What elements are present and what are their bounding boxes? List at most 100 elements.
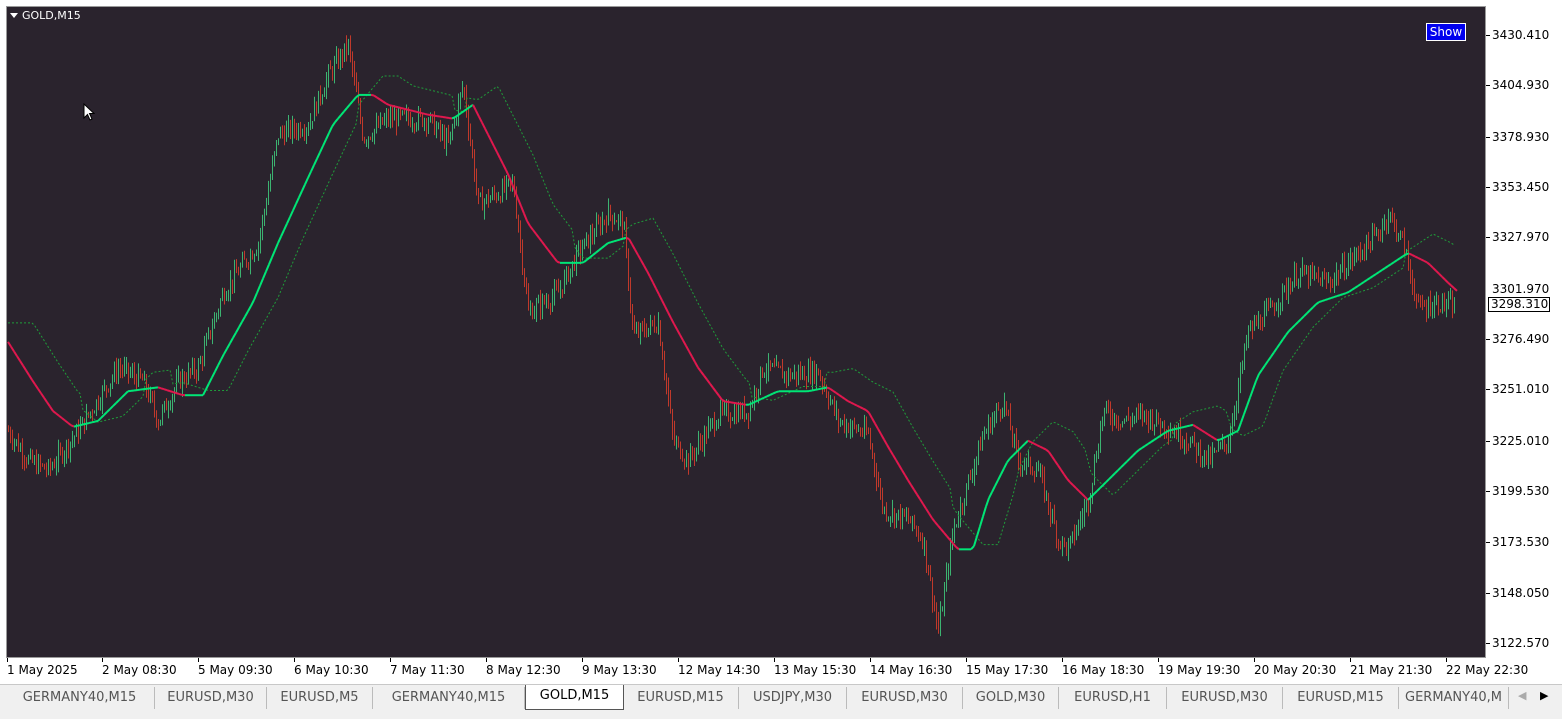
time-axis-tick — [870, 658, 871, 662]
chart-tab[interactable]: GOLD,M15 — [525, 685, 624, 710]
scroll-left-icon[interactable]: ◀ — [1518, 689, 1526, 702]
ma-segment-up — [1313, 304, 1316, 307]
ma-segment-down — [710, 384, 713, 388]
chart-tab[interactable]: EURUSD,M30 — [155, 687, 267, 709]
ma-segment-down — [866, 410, 869, 413]
ma-segment-up — [1340, 294, 1343, 295]
ma-segment-up — [821, 388, 824, 389]
ma-segment-up — [749, 403, 752, 404]
chart-tab[interactable]: EURUSD,M30 — [847, 687, 963, 709]
time-axis-tick — [294, 658, 295, 662]
time-axis-tick — [1062, 658, 1063, 662]
ma-segment-up — [596, 250, 599, 252]
chart-window[interactable]: GOLD,M15 Show 3301.9703430.4103404.93033… — [0, 0, 1562, 684]
ma-segment-down — [1064, 474, 1067, 478]
ma-segment-up — [1298, 319, 1301, 322]
ma-segment-up — [113, 403, 116, 406]
price-axis-label: 3122.570 — [1492, 636, 1549, 650]
ma-segment-up — [1139, 448, 1142, 450]
ma-segment-up — [218, 360, 221, 366]
symbol-title[interactable]: GOLD,M15 — [10, 9, 81, 22]
ma-segment-down — [656, 289, 659, 295]
ma-segment-up — [1352, 288, 1355, 290]
ma-segment-up — [1337, 295, 1340, 296]
ma-segment-up — [1169, 430, 1172, 431]
ma-segment-up — [1145, 444, 1148, 446]
ma-segment-up — [281, 230, 284, 237]
show-button[interactable]: Show — [1426, 23, 1466, 41]
ma-segment-up — [239, 322, 242, 327]
ma-segment-up — [1094, 491, 1097, 494]
chart-tab[interactable]: EURUSD,M15 — [623, 687, 739, 709]
time-axis-label: 22 May 22:30 — [1446, 663, 1528, 677]
price-chart[interactable] — [0, 0, 1486, 658]
price-axis-tick — [1486, 643, 1490, 644]
ma-segment-down — [1040, 447, 1043, 448]
chart-tab[interactable]: GERMANY40,M15 — [373, 687, 525, 709]
ma-segment-up — [254, 293, 257, 300]
ma-segment-up — [1349, 290, 1352, 292]
ma-segment-down — [1031, 442, 1034, 443]
ma-segment-up — [1121, 464, 1124, 467]
chart-tab[interactable]: USDJPY,M30 — [739, 687, 847, 709]
chart-tab[interactable]: EURUSD,H1 — [1059, 687, 1167, 709]
ma-segment-down — [701, 372, 704, 376]
ma-segment-down — [1196, 427, 1199, 429]
ma-segment-up — [1277, 344, 1280, 348]
price-axis-tick — [1486, 542, 1490, 543]
ma-segment-down — [518, 199, 521, 206]
ma-segment-down — [953, 543, 956, 547]
ma-segment-down — [1199, 429, 1202, 431]
ma-segment-up — [293, 204, 296, 211]
chart-tab[interactable]: EURUSD,M30 — [1167, 687, 1283, 709]
ma-segment-up — [1253, 381, 1256, 389]
ma-segment-up — [1316, 302, 1319, 304]
ma-segment-up — [755, 400, 758, 401]
ma-segment-down — [395, 107, 398, 108]
ma-segment-up — [1283, 335, 1286, 339]
ma-segment-up — [812, 390, 815, 391]
ma-segment-up — [599, 248, 602, 250]
ma-segment-up — [815, 389, 818, 390]
chart-tab[interactable]: EURUSD,M5 — [267, 687, 373, 709]
ma-segment-up — [74, 426, 77, 427]
ma-segment-up — [224, 349, 227, 354]
ma-segment-up — [209, 377, 212, 383]
ma-segment-down — [647, 271, 650, 277]
chart-tab[interactable]: GERMANY40,M15 — [5, 687, 155, 709]
ma-segment-down — [473, 105, 476, 111]
chart-tab[interactable]: EURUSD,M15 — [1283, 687, 1399, 709]
ma-segment-up — [236, 327, 239, 332]
ma-segment-up — [89, 422, 92, 423]
dropdown-triangle-icon[interactable] — [10, 13, 18, 18]
ma-segment-up — [1304, 313, 1307, 316]
ma-segment-down — [920, 499, 923, 504]
ma-segment-down — [422, 113, 425, 114]
ma-segment-up — [320, 146, 323, 152]
scroll-right-icon[interactable]: ▶ — [1540, 689, 1548, 702]
price-axis-label: 3327.970 — [1492, 230, 1549, 244]
time-axis-label: 19 May 19:30 — [1158, 663, 1240, 677]
ma-segment-up — [1358, 284, 1361, 286]
ma-segment-up — [308, 171, 311, 177]
ma-segment-up — [1280, 339, 1283, 343]
ma-segment-down — [632, 244, 635, 249]
ma-segment-down — [932, 518, 935, 522]
ma-segment-up — [752, 402, 755, 403]
ma-segment-down — [416, 112, 419, 113]
time-axis-label: 16 May 18:30 — [1062, 663, 1144, 677]
ma-segment-down — [827, 388, 830, 389]
ma-segment-down — [1433, 268, 1436, 271]
price-axis-tick — [1486, 187, 1490, 188]
ma-segment-down — [1208, 434, 1211, 436]
ma-segment-down — [650, 277, 653, 283]
chart-tab[interactable]: GOLD,M30 — [963, 687, 1059, 709]
ma-segment-up — [1295, 322, 1298, 325]
time-axis-tick — [774, 658, 775, 662]
ma-segment-down — [845, 399, 848, 401]
ma-segment-up — [296, 197, 299, 204]
chart-tab[interactable]: GERMANY40,M — [1399, 687, 1509, 709]
ma-segment-down — [1061, 470, 1064, 474]
ma-segment-up — [284, 224, 287, 231]
ma-segment-up — [290, 210, 293, 217]
